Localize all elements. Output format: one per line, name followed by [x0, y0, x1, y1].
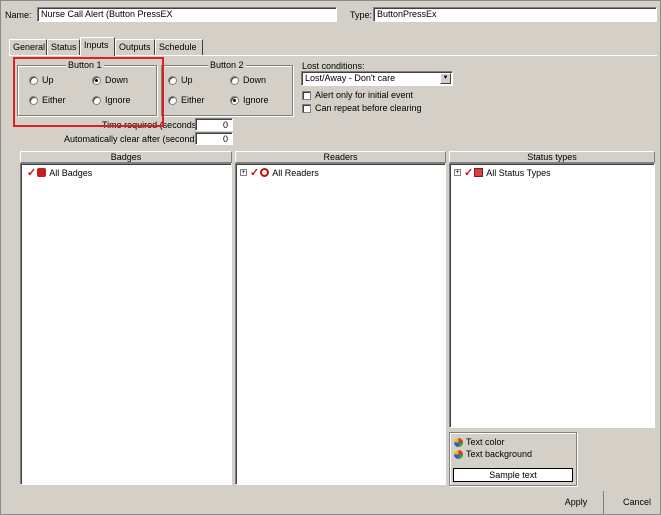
dialog-window: Name: Nurse Call Alert (Button PressEX T… — [0, 0, 661, 515]
button-separator — [603, 491, 604, 515]
radio-circle-icon — [230, 95, 239, 105]
check-icon: ✓ — [250, 167, 260, 179]
name-input[interactable]: Nurse Call Alert (Button PressEX — [37, 7, 337, 22]
lost-conditions-value: Lost/Away - Don't care — [305, 73, 396, 83]
check-icon: ✓ — [27, 167, 37, 179]
button2-group: Button 2 — [161, 60, 293, 116]
status-type-icon — [474, 168, 484, 177]
text-background-option[interactable]: Text background — [454, 449, 532, 459]
reader-icon — [260, 168, 270, 177]
radio-label: Either — [181, 95, 205, 105]
tree-item-label: All Status Types — [486, 167, 551, 178]
time-required-input[interactable]: 0 — [195, 118, 233, 131]
tree-item-all-readers[interactable]: + ✓ All Readers — [240, 166, 319, 179]
radio-label: Down — [105, 75, 129, 85]
expand-plus-icon[interactable]: + — [454, 169, 461, 176]
radio-circle-icon — [29, 95, 38, 105]
radio-circle-icon — [92, 75, 101, 85]
palette-icon — [454, 449, 463, 459]
button1-group: Button 1 — [17, 60, 157, 116]
button2-title: Button 2 — [208, 60, 246, 70]
readers-tree[interactable]: + ✓ All Readers — [235, 163, 446, 485]
button2-ignore-radio[interactable]: Ignore — [230, 95, 269, 105]
auto-clear-input[interactable]: 0 — [195, 132, 233, 145]
type-label: Type: — [350, 10, 373, 20]
button2-down-radio[interactable]: Down — [230, 75, 266, 85]
tab-general[interactable]: General — [9, 39, 47, 55]
button2-either-radio[interactable]: Either — [168, 95, 205, 105]
radio-circle-icon — [29, 75, 38, 85]
button1-title: Button 1 — [66, 60, 104, 70]
tree-item-all-status-types[interactable]: + ✓ All Status Types — [454, 166, 551, 179]
tree-item-all-badges[interactable]: ✓ All Badges — [27, 166, 92, 179]
button1-either-radio[interactable]: Either — [29, 95, 66, 105]
tab-inputs[interactable]: Inputs — [80, 37, 115, 56]
lost-conditions-label: Lost conditions: — [302, 61, 365, 71]
time-required-label: Time required (seconds): — [102, 120, 202, 130]
tab-outputs[interactable]: Outputs — [115, 39, 155, 55]
badges-header: Badges — [20, 151, 232, 163]
badge-icon — [37, 168, 47, 177]
button1-up-radio[interactable]: Up — [29, 75, 54, 85]
tree-item-label: All Badges — [49, 167, 93, 178]
alert-only-checkbox[interactable]: Alert only for initial event — [302, 90, 413, 100]
tab-status[interactable]: Status — [47, 39, 80, 55]
palette-icon — [454, 437, 463, 447]
can-repeat-checkbox[interactable]: Can repeat before clearing — [302, 103, 422, 113]
checkbox-label: Alert only for initial event — [315, 90, 414, 100]
button1-ignore-radio[interactable]: Ignore — [92, 95, 131, 105]
text-background-label: Text background — [466, 449, 533, 459]
status-types-tree[interactable]: + ✓ All Status Types — [449, 163, 655, 428]
badges-tree[interactable]: ✓ All Badges — [20, 163, 232, 485]
lost-conditions-select[interactable]: Lost/Away - Don't care ▼ — [301, 71, 453, 86]
tab-schedule[interactable]: Schedule — [155, 39, 203, 55]
status-types-header: Status types — [449, 151, 655, 163]
radio-circle-icon — [230, 75, 239, 85]
radio-label: Up — [42, 75, 54, 85]
name-label: Name: — [5, 10, 32, 20]
apply-button[interactable]: Apply — [556, 494, 596, 512]
cancel-button[interactable]: Cancel — [617, 494, 657, 512]
radio-label: Ignore — [243, 95, 269, 105]
readers-header: Readers — [235, 151, 446, 163]
text-color-label: Text color — [466, 437, 505, 447]
chevron-down-icon[interactable]: ▼ — [440, 73, 451, 84]
text-color-option[interactable]: Text color — [454, 437, 505, 447]
radio-circle-icon — [168, 95, 177, 105]
radio-label: Down — [243, 75, 267, 85]
expand-plus-icon[interactable]: + — [240, 169, 247, 176]
check-icon: ✓ — [464, 167, 474, 179]
checkbox-box-icon — [302, 103, 311, 113]
type-field: ButtonPressEx — [373, 7, 657, 22]
radio-label: Either — [42, 95, 66, 105]
auto-clear-label: Automatically clear after (seconds): — [64, 134, 205, 144]
radio-label: Up — [181, 75, 193, 85]
checkbox-label: Can repeat before clearing — [315, 103, 422, 113]
tree-item-label: All Readers — [272, 167, 319, 178]
checkbox-box-icon — [302, 90, 311, 100]
radio-circle-icon — [92, 95, 101, 105]
button2-up-radio[interactable]: Up — [168, 75, 193, 85]
radio-label: Ignore — [105, 95, 131, 105]
button1-down-radio[interactable]: Down — [92, 75, 128, 85]
radio-circle-icon — [168, 75, 177, 85]
sample-text-preview: Sample text — [453, 468, 573, 482]
